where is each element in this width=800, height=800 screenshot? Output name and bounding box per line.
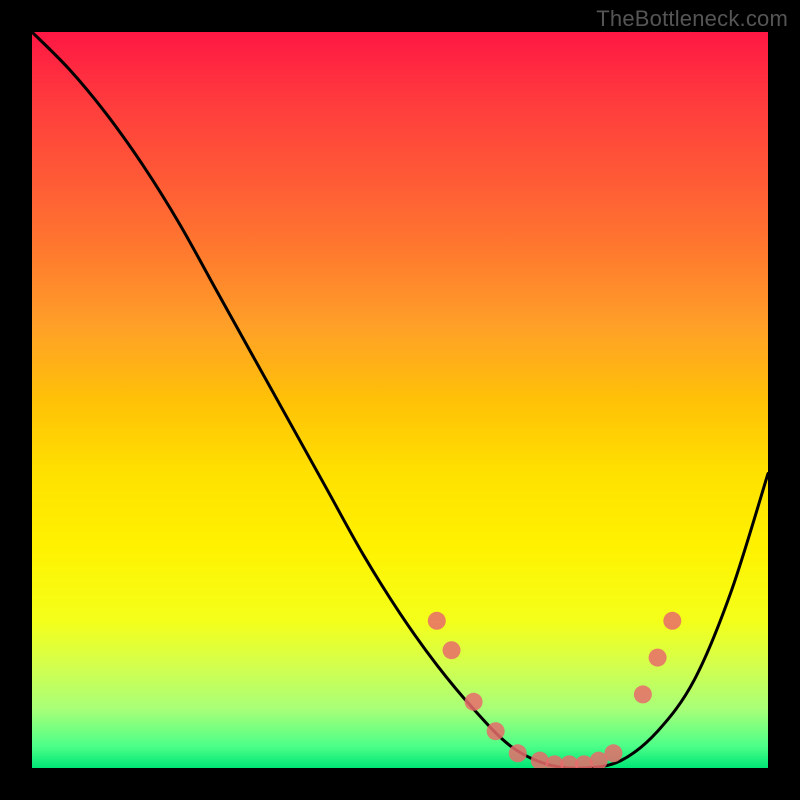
marker-dot: [634, 685, 652, 703]
plot-area: [32, 32, 768, 768]
marker-dot: [487, 722, 505, 740]
marker-dot: [443, 641, 461, 659]
chart-frame: TheBottleneck.com: [0, 0, 800, 800]
watermark-text: TheBottleneck.com: [596, 6, 788, 32]
marker-dot: [465, 693, 483, 711]
curve-svg: [32, 32, 768, 768]
marker-dot: [663, 612, 681, 630]
marker-dot: [604, 744, 622, 762]
marker-dot: [509, 744, 527, 762]
marker-dot: [428, 612, 446, 630]
marker-dot: [649, 649, 667, 667]
